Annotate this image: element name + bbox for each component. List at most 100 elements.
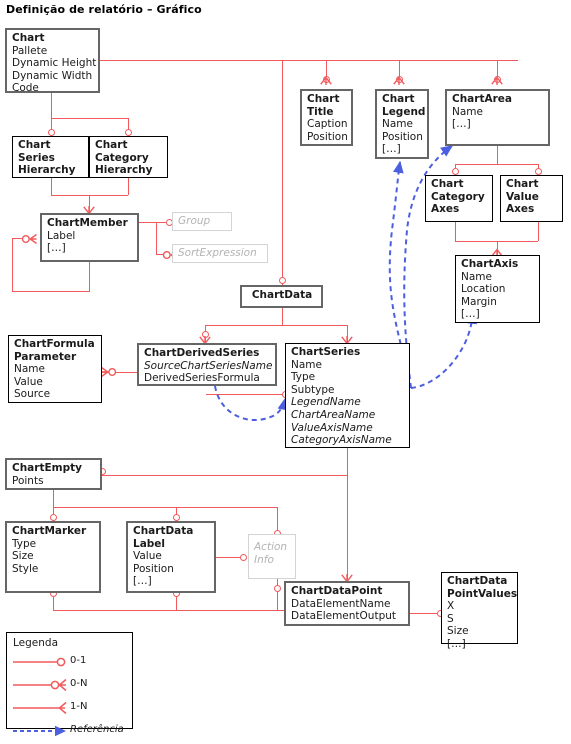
entity-chart-formula-parameter[interactable]: ChartFormula Parameter Name Value Source xyxy=(8,335,102,403)
zero-many-icon xyxy=(13,678,67,692)
marker-circle-actioninfo-bottom xyxy=(273,585,281,592)
entity-title: Chart xyxy=(12,32,45,44)
entity-attribute: Name xyxy=(452,105,483,118)
legend-item-label: Referência xyxy=(70,724,124,735)
entity-title: Chart xyxy=(431,178,464,190)
entity-chart-axis[interactable]: ChartAxis Name Location Margin […] xyxy=(455,255,540,323)
entity-chart-data-point[interactable]: ChartDataPoint DataElementName DataEleme… xyxy=(284,581,410,626)
entity-chart-marker[interactable]: ChartMarker Type Size Style xyxy=(5,521,101,593)
line-member-selfup xyxy=(12,238,13,291)
entity-attribute: Name xyxy=(291,358,322,371)
reference-derived-to-series xyxy=(214,385,289,421)
marker-zeromany-member-self xyxy=(21,233,38,245)
legend-title: Legenda xyxy=(13,637,59,649)
entity-attribute: Code xyxy=(12,82,39,95)
line-member-sortv xyxy=(156,222,157,254)
entity-chart-data[interactable]: ChartData xyxy=(240,285,323,308)
entity-chart-category-axes[interactable]: Chart Category Axes xyxy=(425,175,493,222)
entity-chart-series-hierarchy[interactable]: Chart Series Hierarchy xyxy=(12,136,89,178)
entity-chart-value-axes[interactable]: Chart Value Axes xyxy=(500,175,563,222)
line-series-bus xyxy=(205,325,347,326)
entity-attribute: Style xyxy=(12,562,39,575)
marker-circle-marker xyxy=(49,514,57,521)
ghost-entity-sort-expression[interactable]: SortExpression xyxy=(172,244,268,263)
entity-attribute: Caption xyxy=(307,118,348,131)
ghost-entity-action-info[interactable]: Action Info xyxy=(248,534,296,579)
line-chartarea-down xyxy=(497,146,498,164)
line-chartempty-series xyxy=(102,475,347,476)
entity-title: Series xyxy=(18,151,55,164)
legend-item-label: 0-N xyxy=(70,678,88,689)
line-datapoint-bus xyxy=(53,610,284,611)
entity-chart-legend[interactable]: Chart Legend Name Position […] xyxy=(375,89,429,159)
entity-attribute: CategoryAxisName xyxy=(291,434,392,447)
one-many-icon xyxy=(13,701,67,715)
reference-arrow-icon xyxy=(13,724,67,738)
line-chart-down xyxy=(51,93,52,118)
entity-title: Parameter xyxy=(14,350,77,363)
line-trunk-chartdata xyxy=(282,60,283,285)
entity-title: ChartMarker xyxy=(12,525,87,537)
line-bottom-bus xyxy=(53,507,277,508)
entity-attribute: Value xyxy=(133,550,162,563)
entity-attribute: Label xyxy=(47,229,76,242)
entity-attribute: Pallete xyxy=(12,44,48,57)
entity-title: ChartMember xyxy=(47,217,128,229)
entity-chart-member[interactable]: ChartMember Label […] xyxy=(40,213,139,262)
marker-circle-seriesh xyxy=(47,129,55,136)
entity-chart-category-hierarchy[interactable]: Chart Category Hierarchy xyxy=(89,136,168,178)
entity-title: Chart xyxy=(382,93,415,105)
entity-chart[interactable]: Chart Pallete Dynamic Height Dynamic Wid… xyxy=(5,28,100,95)
entity-title: PointValues xyxy=(447,587,518,600)
entity-attribute: Position xyxy=(133,562,174,575)
entity-attribute: Name xyxy=(461,270,492,283)
entity-attribute: […] xyxy=(133,575,152,588)
entity-title: Chart xyxy=(95,139,128,151)
marker-onemany-chartarea xyxy=(491,76,503,85)
entity-chart-series[interactable]: ChartSeries Name Type Subtype LegendName… xyxy=(285,343,410,448)
line-group-in xyxy=(156,222,166,223)
entity-title: Chart xyxy=(18,139,51,151)
line-hier-bus xyxy=(51,118,128,119)
entity-attribute: Dynamic Width xyxy=(12,69,93,82)
entity-attribute: Type xyxy=(12,537,37,550)
marker-zeromany-formulaparam xyxy=(100,366,117,378)
ghost-label: Info xyxy=(254,553,274,566)
entity-title: ChartDataPoint xyxy=(291,585,383,597)
entity-attribute: DerivedSeriesFormula xyxy=(144,372,260,385)
line-seriesh-down xyxy=(51,178,52,195)
entity-attribute: ChartAreaName xyxy=(291,408,376,421)
entity-title: ChartData xyxy=(447,575,508,587)
reference-series-to-chartaxis xyxy=(410,311,478,389)
entity-attribute: […] xyxy=(47,242,66,255)
line-member-selfacross xyxy=(12,291,90,292)
entity-title: Category xyxy=(431,190,485,203)
entity-title: Label xyxy=(133,537,166,550)
ghost-entity-group[interactable]: Group xyxy=(172,212,232,231)
legend-item-zero-many: 0-N xyxy=(7,678,132,698)
entity-title: ChartData xyxy=(251,289,313,301)
zero-one-icon xyxy=(13,655,67,669)
entity-chart-data-point-values[interactable]: ChartData PointValues X S Size […] xyxy=(441,572,518,650)
legend-item-zero-one: 0-1 xyxy=(7,655,132,675)
entity-attribute: […] xyxy=(447,637,466,650)
entity-title: Axes xyxy=(431,203,460,216)
marker-circle-actioninfo-left xyxy=(240,553,247,561)
entity-attribute: LegendName xyxy=(291,396,361,409)
line-chartdata-down xyxy=(282,308,283,325)
legend-item-one-many: 1-N xyxy=(7,701,132,721)
entity-chart-empty[interactable]: ChartEmpty Points xyxy=(5,458,102,490)
entity-chart-derived-series[interactable]: ChartDerivedSeries SourceChartSeriesName… xyxy=(137,343,277,386)
line-catax-down xyxy=(455,222,456,241)
entity-title: Hierarchy xyxy=(18,164,76,177)
entity-attribute: Size xyxy=(12,550,34,563)
entity-chart-data-label[interactable]: ChartData Label Value Position […] xyxy=(126,521,216,593)
entity-chart-area[interactable]: ChartArea Name […] xyxy=(445,89,550,146)
entity-title: ChartEmpty xyxy=(12,462,82,474)
marker-circle-catax xyxy=(451,168,459,175)
line-axes-bus xyxy=(455,164,538,165)
line-valax-down xyxy=(538,222,539,241)
line-actioninfo-down xyxy=(277,578,278,610)
entity-chart-title[interactable]: Chart Title Caption Position xyxy=(300,89,353,146)
entity-attribute: Subtype xyxy=(291,383,335,396)
